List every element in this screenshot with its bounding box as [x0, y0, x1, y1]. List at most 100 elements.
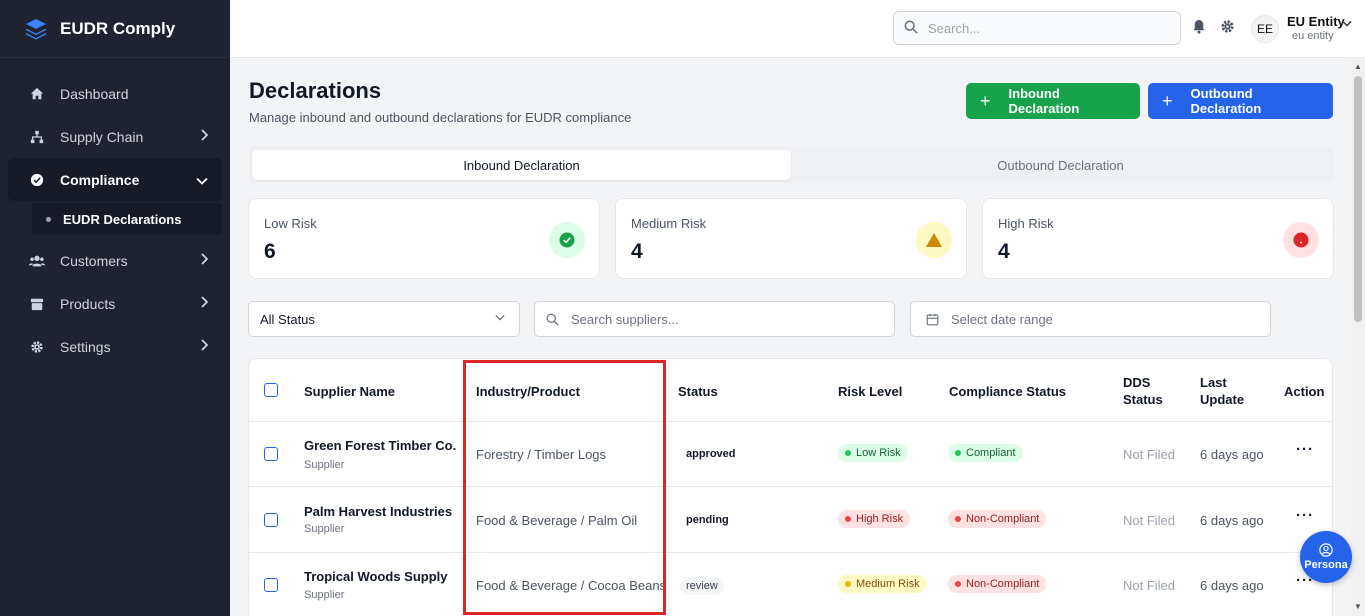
- last-update: 6 days ago: [1200, 513, 1264, 528]
- sidebar-item-customers[interactable]: Customers: [8, 239, 222, 282]
- page-title: Declarations: [249, 78, 382, 103]
- date-range-picker[interactable]: Select date range: [910, 301, 1271, 337]
- more-actions-icon[interactable]: ···: [1296, 507, 1314, 524]
- scrollbar-thumb[interactable]: [1354, 76, 1362, 322]
- table-row[interactable]: Palm Harvest Industries Supplier Food & …: [249, 488, 1332, 553]
- compliance-label: Compliant: [966, 447, 1016, 459]
- header-action: Action: [1284, 384, 1325, 399]
- date-range-placeholder: Select date range: [951, 311, 1053, 327]
- user-name[interactable]: EU Entity: [1287, 14, 1345, 29]
- header-supplier[interactable]: Supplier Name: [304, 383, 395, 400]
- status-badge: pending: [686, 514, 729, 526]
- row-checkbox[interactable]: [264, 447, 278, 461]
- sidebar-item-label: Supply Chain: [60, 128, 144, 145]
- supplier-type: Supplier: [304, 523, 345, 535]
- card-label: Low Risk: [264, 216, 317, 231]
- page-scrollbar[interactable]: ▲ ▼: [1351, 58, 1365, 616]
- compliance-label: Non-Compliant: [966, 513, 1040, 525]
- industry-product: Food & Beverage / Cocoa Beans: [476, 578, 667, 593]
- more-actions-icon[interactable]: ···: [1296, 441, 1314, 458]
- tab-inbound[interactable]: Inbound Declaration: [252, 150, 791, 180]
- check-circle-icon: [549, 222, 585, 258]
- inbound-declaration-button[interactable]: + Inbound Declaration: [966, 83, 1140, 119]
- risk-badge: Low Risk: [838, 444, 908, 462]
- sidebar-item-compliance[interactable]: Compliance: [8, 158, 222, 201]
- supplier-type: Supplier: [304, 459, 345, 471]
- header-update-line1: Last: [1200, 375, 1227, 390]
- sidebar-item-products[interactable]: Products: [8, 282, 222, 325]
- avatar[interactable]: EE: [1251, 15, 1279, 43]
- user-role: eu entity: [1292, 30, 1334, 42]
- supplier-type: Supplier: [304, 589, 345, 601]
- status-dot-icon: [955, 450, 961, 456]
- card-value: 4: [631, 240, 643, 263]
- chevron-down-icon: [495, 312, 505, 324]
- row-checkbox[interactable]: [264, 578, 278, 592]
- compliance-label: Non-Compliant: [966, 578, 1040, 590]
- header-last-update[interactable]: Last Update: [1200, 374, 1244, 408]
- persona-label: Persona: [1304, 559, 1348, 571]
- box-icon: [28, 295, 46, 313]
- plus-icon: +: [980, 91, 991, 111]
- supplier-name[interactable]: Green Forest Timber Co.: [304, 438, 456, 453]
- sidebar-nav: Dashboard Supply Chain Compliance EUDR D…: [0, 58, 230, 368]
- status-filter-select[interactable]: All Status: [248, 301, 520, 337]
- chevron-down-icon: [196, 174, 208, 188]
- user-circle-icon: [1319, 543, 1333, 557]
- calendar-icon: [926, 313, 939, 326]
- sidebar-item-label: Products: [60, 295, 116, 312]
- gear-icon[interactable]: [1220, 19, 1235, 39]
- global-search-input[interactable]: Search...: [893, 11, 1181, 45]
- table-header: Supplier Name Industry/Product Status Ri…: [249, 359, 1332, 422]
- scroll-up-icon[interactable]: ▲: [1354, 62, 1362, 71]
- chevron-right-icon: [200, 339, 209, 354]
- last-update: 6 days ago: [1200, 447, 1264, 462]
- outbound-declaration-button[interactable]: + Outbound Declaration: [1148, 83, 1333, 119]
- home-icon: [28, 85, 46, 103]
- chevron-right-icon: [200, 296, 209, 311]
- app-name: EUDR Comply: [60, 18, 176, 38]
- layers-logo-icon: [26, 18, 46, 39]
- sidebar-subitem-eudr-declarations[interactable]: EUDR Declarations: [32, 203, 222, 235]
- supplier-search-placeholder: Search suppliers...: [571, 311, 679, 327]
- select-all-checkbox[interactable]: [264, 383, 278, 397]
- card-label: Medium Risk: [631, 216, 707, 231]
- persona-button[interactable]: Persona: [1300, 531, 1352, 583]
- low-risk-card: Low Risk 6: [248, 198, 600, 279]
- status-filter-value: All Status: [260, 311, 315, 327]
- scroll-down-icon[interactable]: ▼: [1354, 602, 1362, 611]
- sidebar-item-label: Customers: [60, 252, 128, 269]
- status-badge: review: [680, 577, 724, 595]
- header-dds[interactable]: DDS Status: [1123, 374, 1163, 408]
- declarations-table: Supplier Name Industry/Product Status Ri…: [248, 358, 1333, 616]
- plus-icon: +: [1162, 91, 1173, 111]
- table-row[interactable]: Green Forest Timber Co. Supplier Forestr…: [249, 422, 1332, 487]
- supplier-name[interactable]: Palm Harvest Industries: [304, 504, 452, 519]
- status-dot-icon: [845, 516, 851, 522]
- sitemap-icon: [28, 128, 46, 146]
- sidebar-item-label: Dashboard: [60, 85, 129, 102]
- risk-badge: Medium Risk: [838, 575, 927, 593]
- supplier-search-input[interactable]: Search suppliers...: [534, 301, 895, 337]
- sidebar-item-supply-chain[interactable]: Supply Chain: [8, 115, 222, 158]
- tab-outbound[interactable]: Outbound Declaration: [791, 150, 1330, 180]
- header-compliance[interactable]: Compliance Status: [949, 383, 1066, 400]
- row-checkbox[interactable]: [264, 513, 278, 527]
- sidebar-item-settings[interactable]: Settings: [8, 325, 222, 368]
- outbound-declaration-label: Outbound Declaration: [1190, 86, 1262, 116]
- chevron-down-icon[interactable]: [1342, 18, 1352, 30]
- risk-label: Medium Risk: [856, 578, 920, 590]
- gear-icon: [28, 338, 46, 356]
- sidebar-item-dashboard[interactable]: Dashboard: [8, 72, 222, 115]
- header-risk[interactable]: Risk Level: [838, 383, 902, 400]
- table-row[interactable]: Tropical Woods Supply Supplier Food & Be…: [249, 554, 1332, 616]
- search-icon: [546, 313, 559, 326]
- declaration-tabs: Inbound Declaration Outbound Declaration: [249, 147, 1333, 183]
- supplier-name[interactable]: Tropical Woods Supply: [304, 569, 448, 584]
- inbound-declaration-label: Inbound Declaration: [1008, 86, 1080, 116]
- header-status[interactable]: Status: [678, 383, 718, 400]
- status-dot-icon: [955, 516, 961, 522]
- bell-icon[interactable]: [1192, 19, 1206, 39]
- brand[interactable]: EUDR Comply: [0, 0, 230, 58]
- header-industry[interactable]: Industry/Product: [476, 383, 580, 400]
